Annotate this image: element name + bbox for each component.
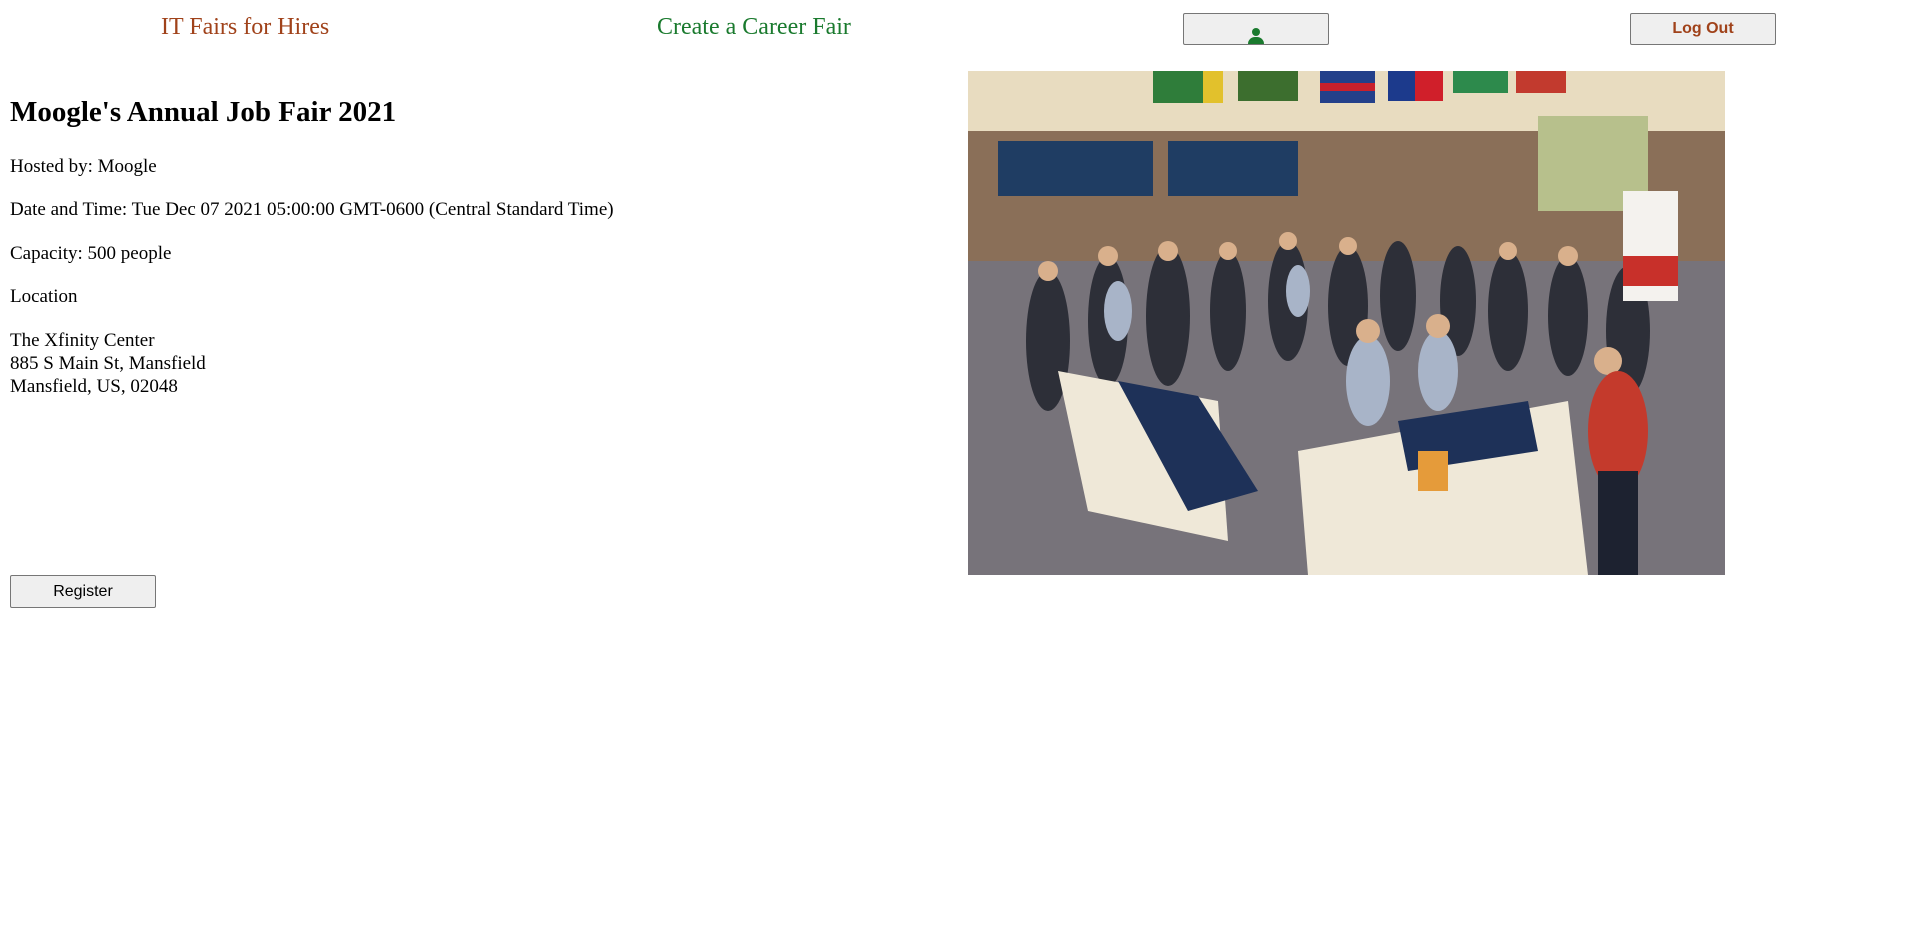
person-icon-head xyxy=(1252,28,1260,36)
brand-link[interactable]: IT Fairs for Hires xyxy=(161,13,329,41)
person-icon-body xyxy=(1248,37,1264,44)
date-time-text: Date and Time: Tue Dec 07 2021 05:00:00 … xyxy=(10,199,614,220)
address-block: The Xfinity Center 885 S Main St, Mansfi… xyxy=(10,329,206,398)
hosted-by-text: Hosted by: Moogle xyxy=(10,156,157,177)
top-nav: IT Fairs for Hires Create a Career Fair … xyxy=(0,0,1914,56)
address-street: 885 S Main St, Mansfield xyxy=(10,353,206,374)
fair-details: Moogle's Annual Job Fair 2021 Hosted by:… xyxy=(10,94,910,397)
register-button[interactable]: Register xyxy=(10,575,156,608)
capacity-text: Capacity: 500 people xyxy=(10,243,172,264)
profile-button[interactable] xyxy=(1183,13,1329,45)
page-title: Moogle's Annual Job Fair 2021 xyxy=(10,96,397,128)
create-career-fair-link[interactable]: Create a Career Fair xyxy=(657,13,851,41)
address-city: Mansfield, US, 02048 xyxy=(10,376,178,397)
logout-button[interactable]: Log Out xyxy=(1630,13,1776,45)
address-venue: The Xfinity Center xyxy=(10,330,155,351)
career-fair-photo xyxy=(968,71,1725,575)
person-icon xyxy=(1248,28,1264,44)
location-heading: Location xyxy=(10,286,78,307)
page: IT Fairs for Hires Create a Career Fair … xyxy=(0,0,1914,929)
